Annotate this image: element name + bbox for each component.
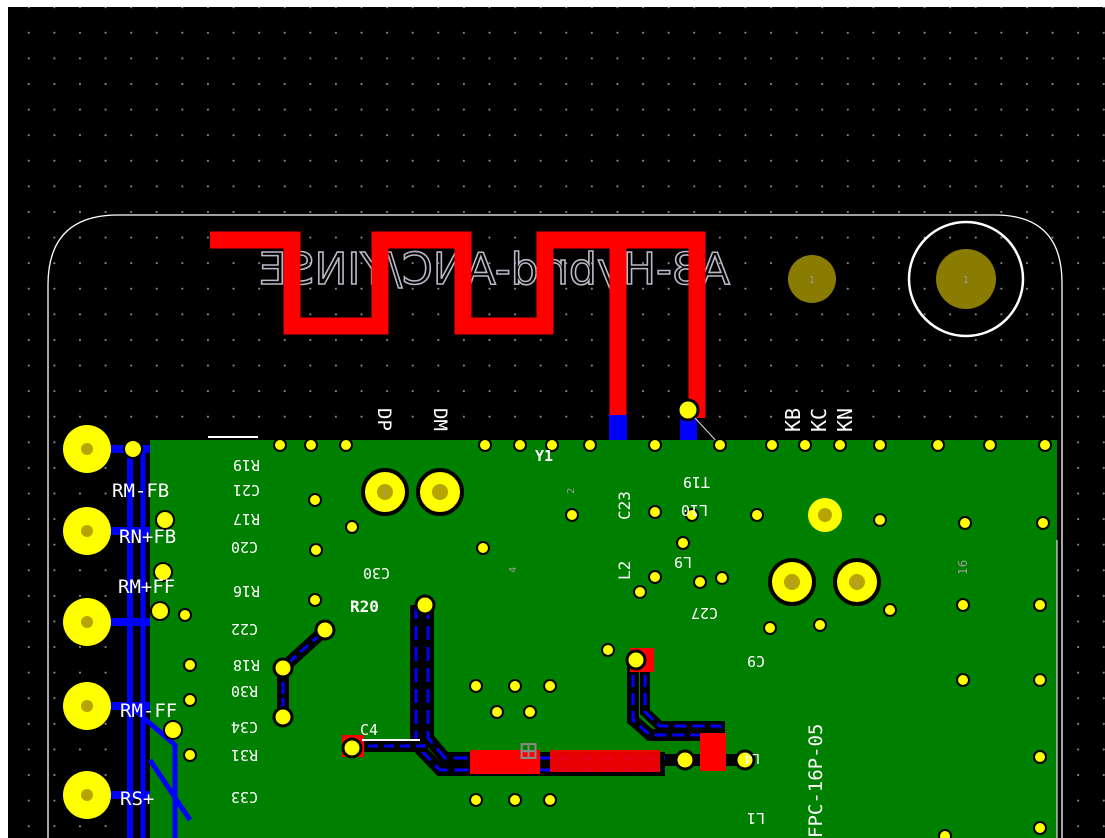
side-label-rm-fb: RM-FB [112,480,169,502]
pad-number-large-hole: 1 [963,275,969,286]
ref-l2: L2 [615,561,634,580]
red-pad-c9 [700,733,726,771]
antenna-via [676,398,700,422]
svg-text:C22: C22 [231,620,258,638]
board-title: A8-Hybrid-ANC/YINSE [259,244,730,295]
svg-text:L10: L10 [681,501,708,519]
svg-text:R18: R18 [233,656,260,674]
pad-number-small-hole: 1 [809,275,815,286]
net-label-kn: KN [833,408,857,432]
svg-text:L1: L1 [747,809,765,827]
side-label-rm-ff-minus: RM-FF [120,700,177,722]
pad-number-2: 2 [566,488,577,494]
svg-text:C20: C20 [231,538,258,556]
pcb-canvas[interactable]: A8-Hybrid-ANC/YINSE ⊞ 1 1 1 1 1 2 4 16 R… [8,7,1105,838]
antenna-feed-bottom-1 [609,415,627,440]
ref-c4: C4 [360,721,378,739]
side-label-rs-plus: RS+ [120,788,154,810]
svg-text:R31: R31 [231,746,258,764]
component-ghost-u: ⊞ [511,742,546,760]
svg-text:R16: R16 [233,582,260,600]
svg-text:R19: R19 [233,456,260,474]
pad-number-4: 4 [508,567,519,573]
svg-text:L9: L9 [674,553,692,571]
side-label-rm-ff-plus: RM+FF [118,576,175,598]
red-pad-u2 [550,750,660,772]
svg-text:R17: R17 [233,510,260,528]
side-label-rn-fb: RN+FB [119,526,176,548]
svg-text:C9: C9 [747,652,765,670]
svg-text:R30: R30 [231,682,258,700]
net-label-kb: KB [781,408,805,432]
net-label-dp: DP [373,408,395,431]
pcb-layout[interactable]: A8-Hybrid-ANC/YINSE ⊞ 1 1 1 1 1 2 4 16 R… [8,7,1105,838]
ref-fpc: FPC-16P-05 [805,724,827,838]
ref-r20: R20 [350,597,379,616]
svg-text:T19: T19 [683,473,710,491]
svg-text:C27: C27 [691,604,718,622]
svg-text:C30: C30 [363,564,390,582]
svg-text:C34: C34 [231,718,258,736]
ground-pour [150,440,1057,838]
pad-number-pad-b: 1 [789,579,795,589]
svg-text:C33: C33 [231,788,258,806]
pad-number-16: 16 [956,560,970,575]
net-label-dm: DM [429,408,451,431]
net-label-kc: KC [807,408,831,432]
svg-text:C21: C21 [233,481,260,499]
svg-text:L4: L4 [744,750,760,765]
ref-c23: C23 [615,491,634,520]
pad-number-pad-c: 1 [854,579,860,589]
pad-number-pad-a: 1 [382,489,388,499]
ref-y1: Y1 [535,447,553,465]
